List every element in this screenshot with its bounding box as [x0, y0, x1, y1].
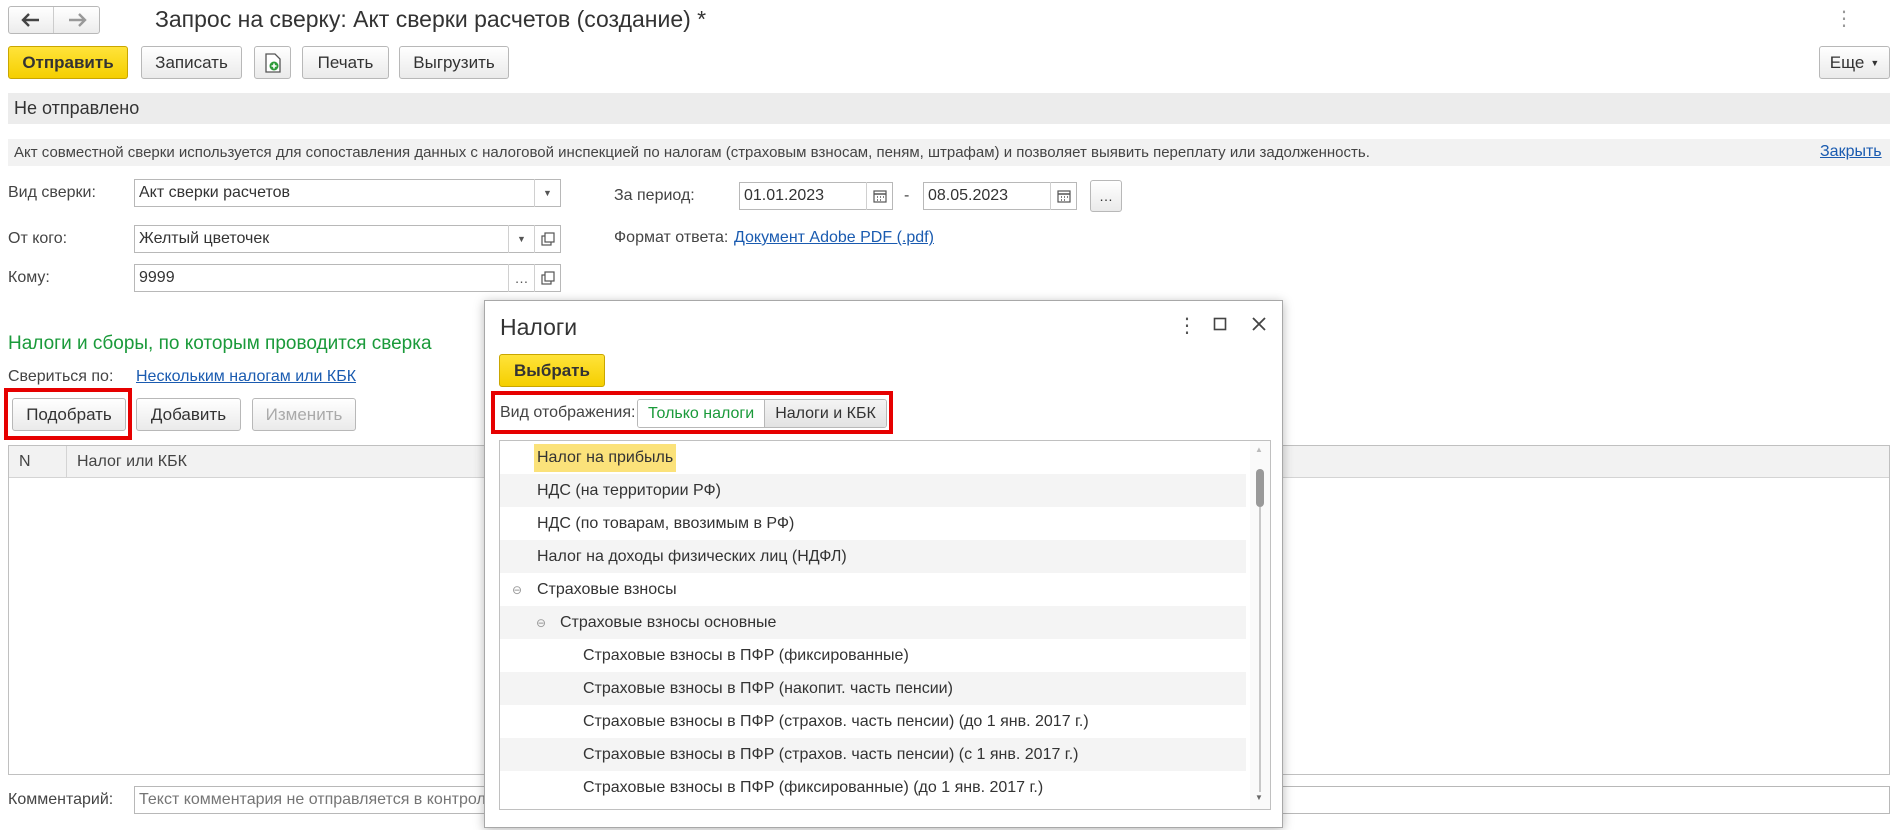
from-label: От кого:: [8, 230, 68, 247]
send-button[interactable]: Отправить: [8, 46, 128, 79]
scroll-track-line: [1259, 507, 1261, 792]
status-text: Не отправлено: [14, 98, 140, 118]
taxes-tree: Налог на прибыль НДС (на территории РФ) …: [499, 440, 1271, 810]
kind-select[interactable]: Акт сверки расчетов ▼: [134, 179, 561, 207]
scroll-down-icon[interactable]: ▼: [1255, 793, 1263, 802]
tree-group[interactable]: ⊖ Страховые взносы: [500, 573, 1246, 606]
tree-item-label: Налог на прибыль: [534, 443, 677, 472]
tree-item[interactable]: НДС (на территории РФ): [500, 474, 1246, 507]
view-switch: Только налоги Налоги и КБК: [637, 399, 887, 428]
period-choose-button[interactable]: …: [1090, 180, 1122, 212]
format-link[interactable]: Документ Adobe PDF (.pdf): [734, 229, 934, 247]
calendar-icon[interactable]: [1050, 182, 1076, 210]
tree-item[interactable]: Налог на доходы физических лиц (НДФЛ): [500, 540, 1246, 573]
tree-item[interactable]: Страховые взносы в ПФР (страхов. часть п…: [500, 738, 1246, 771]
back-button[interactable]: [9, 7, 55, 33]
collapse-icon[interactable]: ⊖: [536, 616, 548, 630]
tree-scrollbar[interactable]: ▲ ▼: [1250, 441, 1270, 809]
tree-item-label: Страховые взносы: [537, 580, 677, 598]
tree-item[interactable]: Страховые взносы в ПФР (накопит. часть п…: [500, 672, 1246, 705]
tree-item-label: Страховые взносы в ПФР (страхов. часть п…: [583, 745, 1079, 763]
calendar-icon[interactable]: [866, 182, 892, 210]
by-label: Свериться по:: [8, 368, 114, 385]
taxes-dialog: Налоги ⋮ Выбрать Вид отображения: Только…: [484, 300, 1283, 828]
tree-item-label: Страховые взносы основные: [560, 613, 777, 631]
column-header-tax[interactable]: Налог или КБК: [67, 453, 187, 471]
export-button[interactable]: Выгрузить: [399, 46, 509, 79]
close-icon[interactable]: [1251, 316, 1267, 337]
print-button[interactable]: Печать: [302, 46, 389, 79]
add-button[interactable]: Добавить: [136, 398, 241, 431]
tree-item[interactable]: Страховые взносы в ПФР (фиксированные) (…: [500, 771, 1246, 804]
forward-button[interactable]: [54, 7, 99, 33]
window-title: Запрос на сверку: Акт сверки расчетов (с…: [155, 6, 707, 32]
dialog-select-button[interactable]: Выбрать: [499, 354, 605, 387]
comment-label: Комментарий:: [8, 791, 114, 808]
status-bar: Не отправлено: [8, 93, 1890, 124]
kind-value: Акт сверки расчетов: [139, 184, 290, 201]
tree-item[interactable]: Страховые взносы в ПФР (фиксированные): [500, 639, 1246, 672]
tree-item[interactable]: Страховые взносы в ПФР (страхов. часть п…: [500, 705, 1246, 738]
tree-item[interactable]: Налог на прибыль: [500, 441, 1246, 474]
info-bar: Акт совместной сверки используется для с…: [8, 139, 1890, 166]
scroll-thumb[interactable]: [1256, 469, 1264, 507]
chevron-down-icon[interactable]: ▼: [508, 225, 534, 253]
tree-item-label: НДС (на территории РФ): [537, 481, 721, 499]
open-icon[interactable]: [534, 225, 560, 253]
period-separator: -: [904, 187, 910, 204]
tree-item-label: Налог на доходы физических лиц (НДФЛ): [537, 547, 847, 565]
period-from-field[interactable]: 01.01.2023: [739, 182, 893, 210]
tree-item-label: НДС (по товарам, ввозимым в РФ): [537, 514, 795, 532]
ellipsis-icon: …: [1099, 188, 1113, 204]
ellipsis-icon[interactable]: …: [508, 264, 534, 292]
view-label: Вид отображения:: [500, 404, 636, 421]
tree-item-label: Страховые взносы в ПФР (фиксированные) (…: [583, 778, 1044, 796]
to-field[interactable]: 9999 …: [134, 264, 561, 292]
document-add-icon: [264, 52, 281, 73]
to-label: Кому:: [8, 269, 50, 286]
maximize-icon[interactable]: [1213, 317, 1227, 336]
scroll-up-icon[interactable]: ▲: [1255, 445, 1263, 454]
dialog-menu-icon[interactable]: ⋮: [1177, 313, 1197, 338]
save-button[interactable]: Записать: [141, 46, 242, 79]
column-header-n[interactable]: N: [9, 446, 67, 477]
tree-rows: Налог на прибыль НДС (на территории РФ) …: [500, 441, 1246, 809]
save-copy-button[interactable]: [254, 46, 291, 79]
tree-item[interactable]: НДС (по товарам, ввозимым в РФ): [500, 507, 1246, 540]
chevron-down-icon: ▼: [1870, 57, 1880, 68]
kind-label: Вид сверки:: [8, 184, 96, 201]
info-close-link[interactable]: Закрыть: [1820, 143, 1882, 161]
edit-button: Изменить: [252, 398, 356, 431]
tree-item-label: Страховые взносы в ПФР (фиксированные): [583, 646, 909, 664]
more-button[interactable]: Еще ▼: [1819, 46, 1890, 79]
tree-item-label: Страховые взносы в ПФР (накопит. часть п…: [583, 679, 953, 697]
open-icon[interactable]: [534, 264, 560, 292]
chevron-down-icon[interactable]: ▼: [534, 179, 560, 207]
period-label: За период:: [614, 187, 695, 204]
period-to-field[interactable]: 08.05.2023: [923, 182, 1077, 210]
collapse-icon[interactable]: ⊖: [512, 583, 524, 597]
taxes-section-title: Налоги и сборы, по которым проводится св…: [8, 333, 432, 354]
nav-buttons: [8, 6, 100, 34]
view-option-taxes-kbk[interactable]: Налоги и КБК: [765, 400, 886, 427]
dialog-title: Налоги: [500, 314, 578, 340]
to-value: 9999: [139, 269, 175, 286]
window-menu-icon[interactable]: ⋮: [1834, 6, 1854, 31]
more-label: Еще: [1829, 52, 1865, 72]
pick-highlight-frame: [4, 388, 132, 440]
arrow-left-icon: [21, 13, 39, 27]
from-select[interactable]: Желтый цветочек ▼: [134, 225, 561, 253]
tree-item-label: Страховые взносы в ПФР (страхов. часть п…: [583, 712, 1089, 730]
period-from-value: 01.01.2023: [744, 187, 825, 204]
format-label: Формат ответа:: [614, 229, 729, 246]
by-link[interactable]: Нескольким налогам или КБК: [136, 368, 356, 386]
info-text: Акт совместной сверки используется для с…: [14, 144, 1370, 161]
from-value: Желтый цветочек: [139, 230, 270, 247]
tree-group[interactable]: ⊖ Страховые взносы основные: [500, 606, 1246, 639]
view-option-taxes-only[interactable]: Только налоги: [638, 400, 766, 427]
period-to-value: 08.05.2023: [928, 187, 1009, 204]
arrow-right-icon: [68, 13, 87, 27]
